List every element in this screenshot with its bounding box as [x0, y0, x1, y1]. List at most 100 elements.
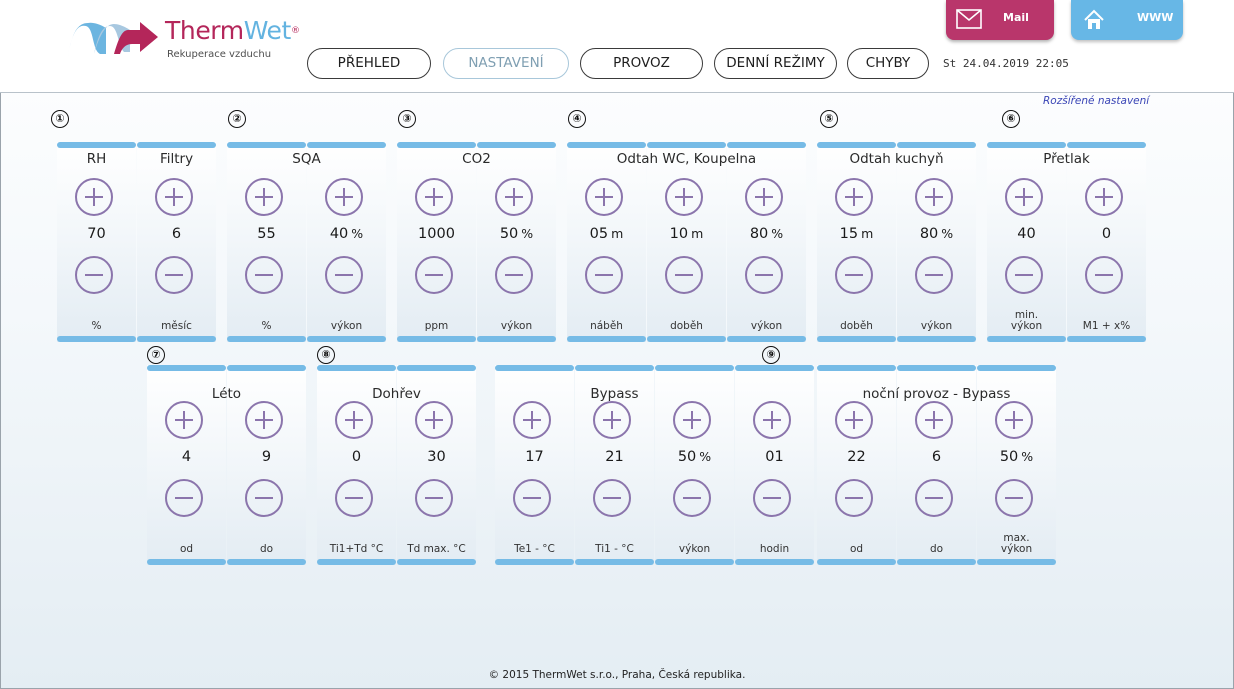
plus-button[interactable]	[745, 178, 783, 216]
plus-button[interactable]	[1085, 178, 1123, 216]
www-button[interactable]: WWW	[1071, 0, 1183, 40]
setting-column: 0 M1 + x%	[1067, 142, 1146, 342]
plus-button[interactable]	[1005, 178, 1043, 216]
column-accent-bar	[567, 142, 646, 148]
setting-value: 21	[605, 449, 624, 465]
plus-button[interactable]	[245, 178, 283, 216]
column-accent-bar	[307, 336, 386, 342]
group-title-co2: CO2	[462, 151, 491, 167]
plus-button[interactable]	[165, 401, 203, 439]
minus-button[interactable]	[665, 256, 703, 294]
column-accent-bar	[727, 336, 806, 342]
minus-button[interactable]	[745, 256, 783, 294]
minus-button[interactable]	[673, 479, 711, 517]
setting-value: 22	[847, 449, 866, 465]
minus-button[interactable]	[495, 256, 533, 294]
plus-button[interactable]	[995, 401, 1033, 439]
plus-button[interactable]	[593, 401, 631, 439]
thermwet-logo[interactable]: ThermWet® Rekuperace vzduchu	[64, 16, 314, 76]
setting-label: doběh	[670, 320, 703, 332]
minus-button[interactable]	[835, 256, 873, 294]
setting-label: %	[91, 320, 102, 332]
column-accent-bar	[137, 336, 216, 342]
plus-button[interactable]	[495, 178, 533, 216]
tab-chyby[interactable]: CHYBY	[847, 48, 929, 79]
plus-button[interactable]	[415, 401, 453, 439]
plus-button[interactable]	[753, 401, 791, 439]
minus-button[interactable]	[835, 479, 873, 517]
plus-button[interactable]	[835, 401, 873, 439]
setting-column: 80% výkon	[897, 142, 976, 342]
badge-6: ⑥	[1002, 110, 1020, 128]
setting-label: od	[179, 543, 194, 555]
plus-button[interactable]	[915, 401, 953, 439]
setting-value: 0	[1101, 226, 1112, 242]
minus-button[interactable]	[585, 256, 623, 294]
column-accent-bar	[987, 336, 1066, 342]
minus-button[interactable]	[915, 256, 953, 294]
plus-button[interactable]	[75, 178, 113, 216]
column-accent-bar	[227, 559, 306, 565]
plus-button[interactable]	[915, 178, 953, 216]
column-accent-bar	[495, 559, 574, 565]
minus-button[interactable]	[75, 256, 113, 294]
plus-button[interactable]	[585, 178, 623, 216]
minus-button[interactable]	[915, 479, 953, 517]
setting-value: 10 m	[669, 226, 704, 242]
setting-column: 80% výkon	[727, 142, 806, 342]
setting-label: hodin	[759, 543, 790, 555]
tab-provoz[interactable]: PROVOZ	[580, 48, 703, 79]
mail-button[interactable]: Mail	[946, 0, 1054, 40]
plus-button[interactable]	[245, 401, 283, 439]
tab-denni-rezimy[interactable]: DENNÍ REŽIMY	[714, 48, 837, 79]
value-unit: %	[1021, 449, 1034, 464]
column-accent-bar	[567, 336, 646, 342]
minus-button[interactable]	[753, 479, 791, 517]
tab-prehled[interactable]: PŘEHLED	[307, 48, 431, 79]
minus-button[interactable]	[245, 256, 283, 294]
column-accent-bar	[477, 142, 556, 148]
setting-label: výkon	[330, 320, 363, 332]
plus-button[interactable]	[155, 178, 193, 216]
badge-9: ⑨	[762, 346, 780, 364]
value-unit: m	[691, 226, 704, 241]
setting-label: Te1 - °C	[514, 543, 555, 555]
plus-button[interactable]	[415, 178, 453, 216]
tab-nastaveni[interactable]: NASTAVENÍ	[443, 48, 569, 79]
setting-label: %	[261, 320, 272, 332]
minus-button[interactable]	[1085, 256, 1123, 294]
minus-button[interactable]	[335, 479, 373, 517]
plus-button[interactable]	[513, 401, 551, 439]
column-accent-bar	[727, 142, 806, 148]
minus-button[interactable]	[245, 479, 283, 517]
plus-button[interactable]	[665, 178, 703, 216]
plus-button[interactable]	[835, 178, 873, 216]
minus-button[interactable]	[415, 479, 453, 517]
plus-button[interactable]	[335, 401, 373, 439]
minus-button[interactable]	[593, 479, 631, 517]
minus-button[interactable]	[415, 256, 453, 294]
setting-value: 55	[257, 226, 276, 242]
minus-button[interactable]	[325, 256, 363, 294]
setting-value: 80%	[919, 226, 954, 242]
minus-button[interactable]	[513, 479, 551, 517]
column-accent-bar	[1067, 142, 1146, 148]
minus-button[interactable]	[165, 479, 203, 517]
minus-button[interactable]	[1005, 256, 1043, 294]
home-icon	[1084, 9, 1104, 29]
column-accent-bar	[655, 365, 734, 371]
column-accent-bar	[57, 336, 136, 342]
group-title-filtry: Filtry	[159, 151, 194, 167]
advanced-settings-link[interactable]: Rozšířené nastavení	[1043, 95, 1149, 107]
minus-button[interactable]	[155, 256, 193, 294]
www-label: WWW	[1137, 11, 1174, 24]
plus-button[interactable]	[325, 178, 363, 216]
column-accent-bar	[817, 142, 896, 148]
plus-button[interactable]	[673, 401, 711, 439]
column-accent-bar	[655, 559, 734, 565]
setting-label: od	[849, 543, 864, 555]
setting-value: 1000	[418, 226, 455, 242]
column-accent-bar	[57, 142, 136, 148]
minus-button[interactable]	[995, 479, 1033, 517]
setting-value: 9	[261, 449, 272, 465]
